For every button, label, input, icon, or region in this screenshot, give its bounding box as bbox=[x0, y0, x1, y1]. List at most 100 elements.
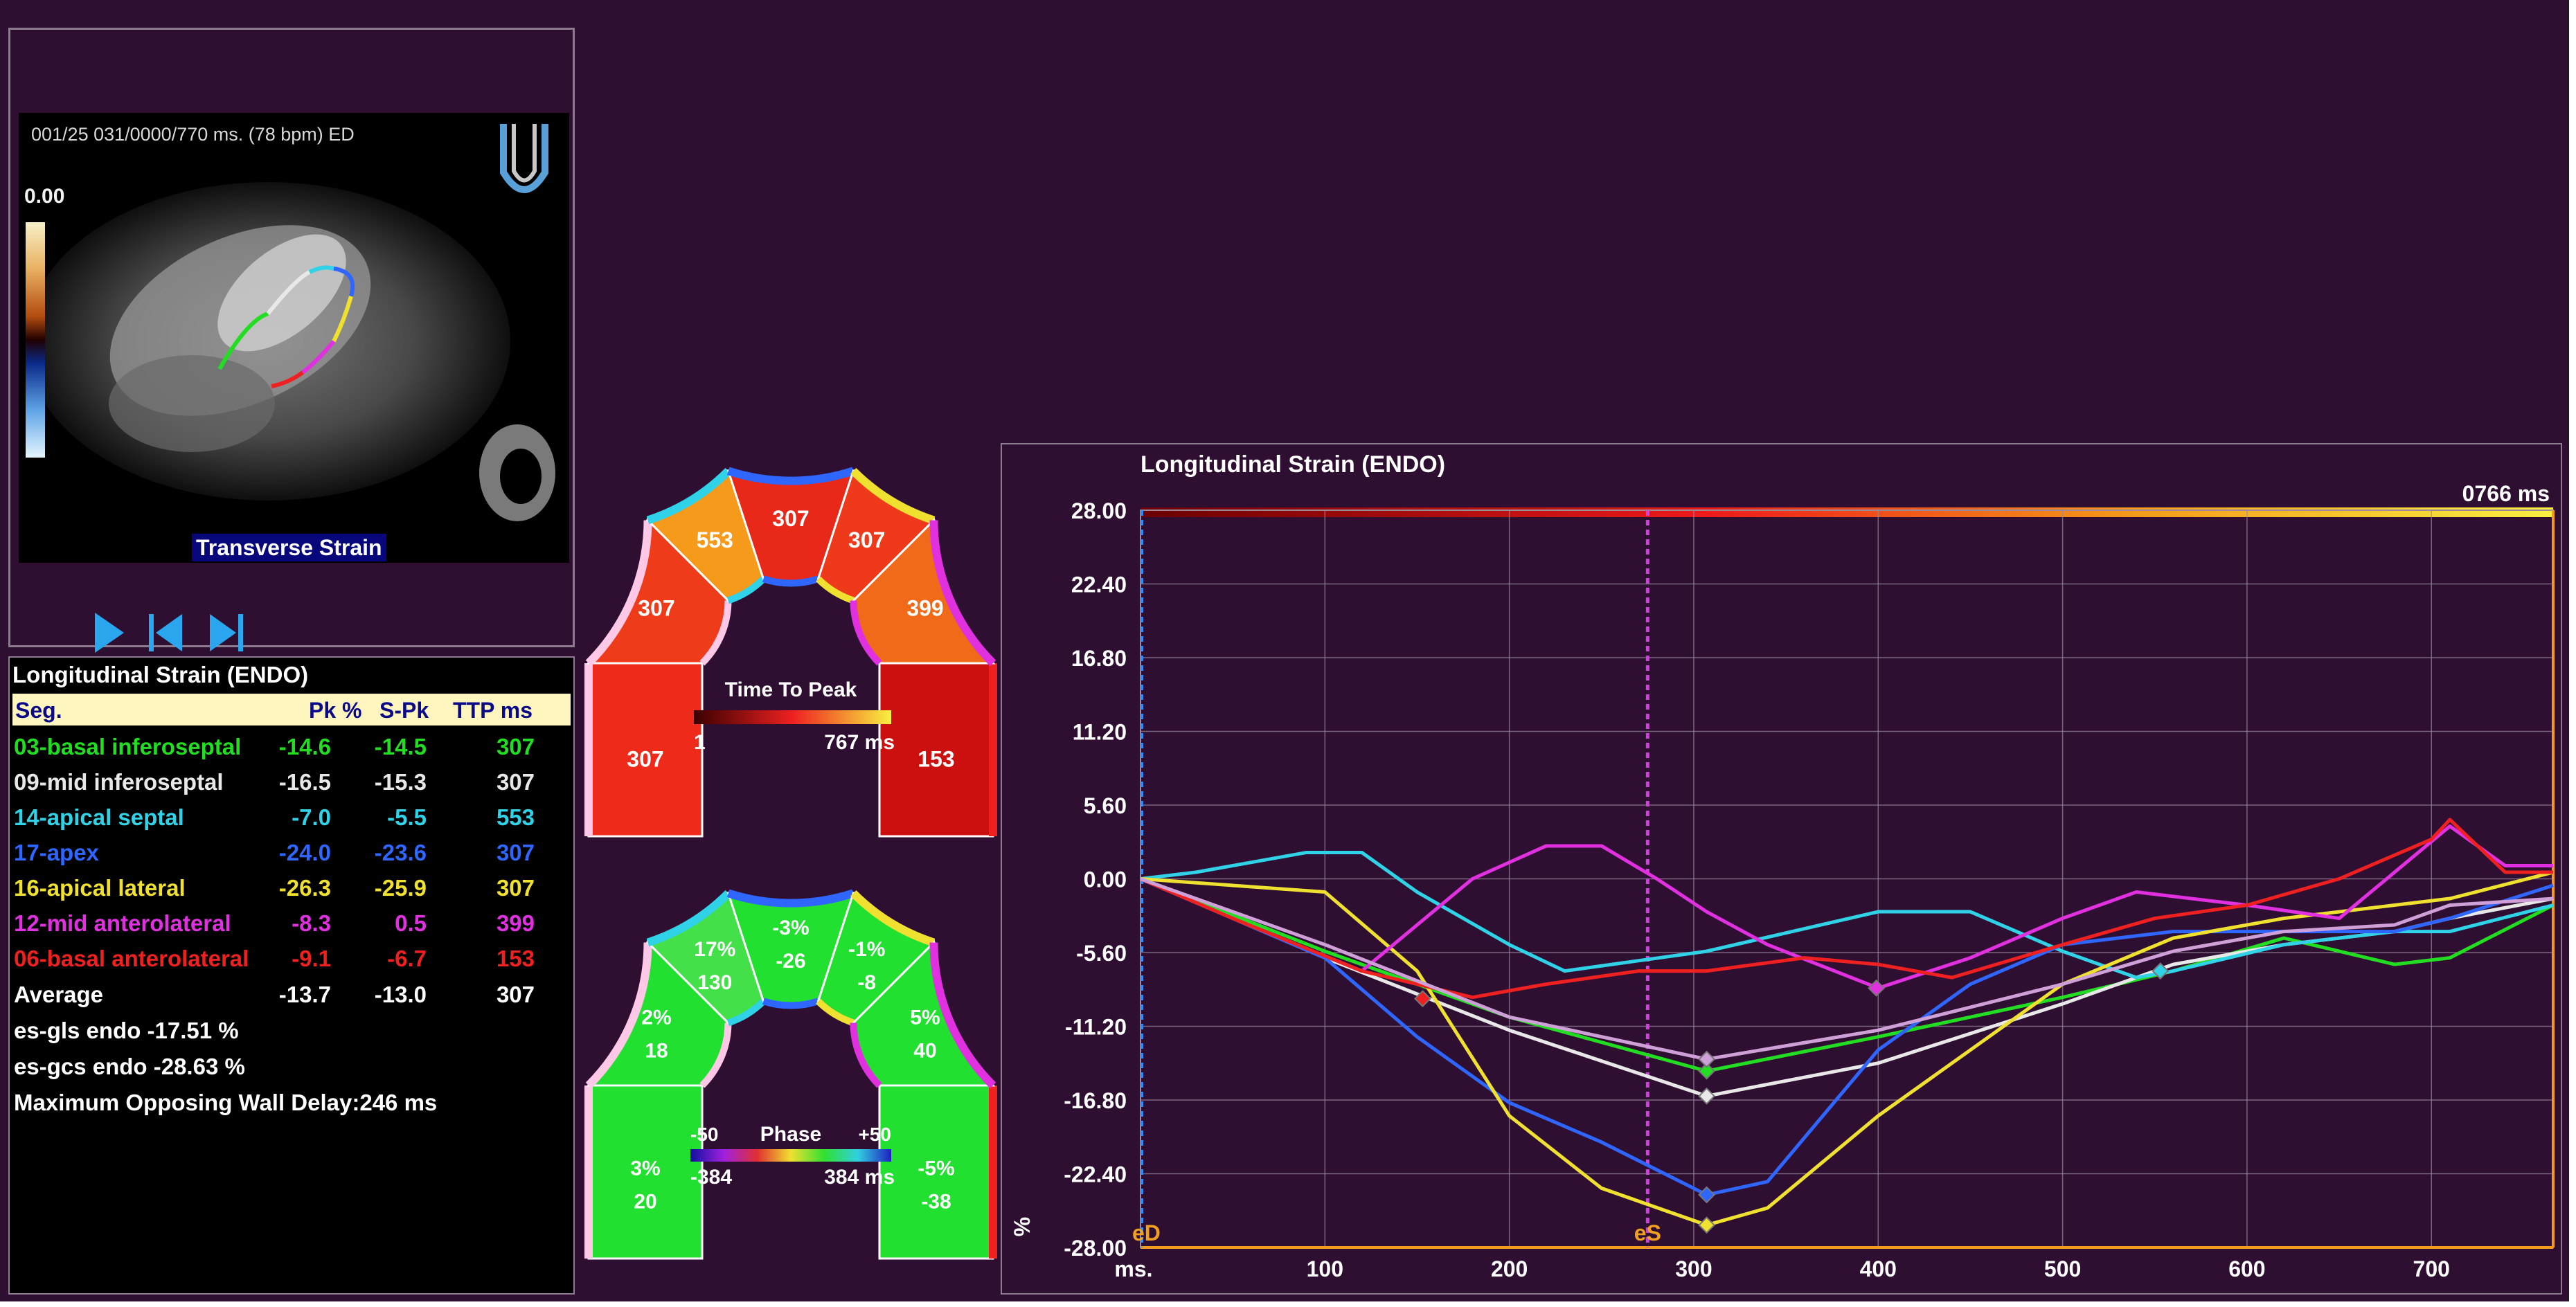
table-row[interactable]: 14-apical septal -7.0 -5.5 553 bbox=[10, 799, 571, 835]
phase-percent-label: -3% bbox=[772, 917, 809, 939]
table-row[interactable]: 12-mid anterolateral -8.3 0.5 399 bbox=[10, 905, 571, 941]
gcs-summary: es-gcs endo -28.63 % bbox=[14, 1054, 245, 1079]
phase-legend-max: 384 ms bbox=[824, 1166, 895, 1189]
peak-strain: -8.3 bbox=[292, 910, 331, 936]
table-row[interactable]: 03-basal inferoseptal -14.6 -14.5 307 bbox=[10, 728, 571, 764]
peak-marker[interactable] bbox=[1698, 1186, 1716, 1204]
systolic-peak: -5.5 bbox=[387, 804, 427, 830]
time-to-peak: 399 bbox=[496, 910, 535, 936]
phase-value-label: -8 bbox=[857, 971, 876, 994]
phase-value-label: 40 bbox=[913, 1040, 936, 1063]
ttp-legend-title: Time To Peak bbox=[725, 678, 857, 701]
phase-percent-label: 3% bbox=[630, 1157, 660, 1180]
y-tick-label: 16.80 bbox=[1071, 646, 1127, 671]
peak-marker[interactable] bbox=[1698, 1087, 1716, 1105]
peak-strain: -7.0 bbox=[292, 804, 331, 830]
segment-name: 16-apical lateral bbox=[14, 875, 186, 901]
ttp-legend-max: 767 ms bbox=[824, 731, 895, 754]
skip-forward-icon[interactable] bbox=[207, 611, 246, 658]
segment-name: 17-apex bbox=[14, 840, 99, 865]
bullseye-segment-label: 399 bbox=[906, 596, 943, 621]
series-line[interactable] bbox=[1140, 824, 2553, 990]
table-row[interactable]: 09-mid inferoseptal -16.5 -15.3 307 bbox=[10, 764, 571, 800]
x-tick-label: 300 bbox=[1675, 1256, 1712, 1281]
table-row[interactable]: 17-apex -24.0 -23.6 307 bbox=[10, 834, 571, 870]
gls-summary: es-gls endo -17.51 % bbox=[14, 1018, 239, 1043]
bullseye-segment-label: 307 bbox=[848, 528, 885, 552]
bullseye-time-to-peak[interactable]: 307 307 553 307 307 399 153 Time To Peak 1 767 ms bbox=[582, 443, 1001, 869]
play-icon[interactable] bbox=[92, 611, 127, 658]
series-line[interactable] bbox=[1140, 818, 2553, 1000]
phase-legend-right: +50 bbox=[859, 1124, 892, 1145]
strain-analysis-app: 001/25 031/0000/770 ms. (78 bpm) ED 0.00… bbox=[0, 0, 2569, 1301]
peak-marker[interactable] bbox=[1868, 979, 1886, 997]
y-tick-label: 28.00 bbox=[1071, 498, 1127, 523]
phase-percent-label: 17% bbox=[694, 938, 735, 961]
table-row[interactable]: 06-basal anterolateral -9.1 -6.7 153 bbox=[10, 940, 571, 976]
y-axis-label: % bbox=[1010, 1217, 1035, 1236]
strain-chart[interactable]: Longitudinal Strain (ENDO) 0766 ms 28.00 22… bbox=[1002, 444, 2561, 1293]
bullseye-phase[interactable]: 3% 20 2% 18 17% 130 -3% -26 -1% -8 5% 40 -5% -38 Phase… bbox=[582, 865, 1001, 1291]
x-tick-label: 400 bbox=[1860, 1256, 1897, 1281]
phase-legend-title: Phase bbox=[760, 1123, 821, 1146]
phase-value-label: -26 bbox=[776, 950, 805, 973]
x-tick-label: 200 bbox=[1491, 1256, 1528, 1281]
time-to-peak: 307 bbox=[496, 875, 535, 901]
x-tick-label: 700 bbox=[2413, 1256, 2450, 1281]
peak-strain: -14.6 bbox=[278, 734, 331, 759]
bull-ttp-svg: 307 307 553 307 307 399 153 Time To Peak 1 767 ms bbox=[584, 467, 997, 838]
x-tick-label: 500 bbox=[2044, 1256, 2081, 1281]
y-tick-label: -22.40 bbox=[1064, 1162, 1127, 1187]
average-ttp: 307 bbox=[496, 982, 535, 1007]
peak-marker[interactable] bbox=[1698, 1050, 1716, 1068]
phase-value-label: -38 bbox=[921, 1191, 951, 1214]
y-tick-label: 0.00 bbox=[1084, 867, 1127, 892]
header-spk: S-Pk bbox=[379, 698, 429, 723]
marker-label-es: eS bbox=[1634, 1220, 1661, 1245]
peak-strain: -9.1 bbox=[292, 946, 331, 971]
segment-name: 06-basal anterolateral bbox=[14, 946, 249, 971]
header-ttp: TTP ms bbox=[453, 698, 533, 723]
table-row[interactable]: 16-apical lateral -26.3 -25.9 307 bbox=[10, 869, 571, 905]
average-label: Average bbox=[14, 982, 104, 1007]
y-tick-label: -5.60 bbox=[1076, 941, 1127, 966]
bullseye-segment-label: 307 bbox=[627, 747, 663, 772]
time-gradient-bar bbox=[1141, 507, 2553, 517]
bullseye-segment-label: 153 bbox=[918, 747, 954, 772]
y-tick-label: -11.20 bbox=[1065, 1015, 1127, 1040]
peak-strain: -24.0 bbox=[278, 840, 331, 865]
table-header: Seg. Pk % S-Pk TTP ms bbox=[12, 694, 571, 725]
systolic-peak: -6.7 bbox=[387, 946, 427, 971]
phase-percent-label: -5% bbox=[918, 1157, 954, 1180]
x-axis-label: ms. bbox=[1114, 1256, 1152, 1281]
time-to-peak: 553 bbox=[496, 804, 535, 830]
table-title: Longitudinal Strain (ENDO) bbox=[12, 662, 309, 687]
systolic-peak: -23.6 bbox=[374, 840, 427, 865]
strain-colorbar bbox=[26, 222, 45, 458]
peak-strain: -26.3 bbox=[278, 875, 331, 901]
phase-percent-label: -1% bbox=[848, 938, 885, 961]
series-line[interactable] bbox=[1140, 870, 2554, 1227]
time-to-peak: 307 bbox=[496, 769, 535, 795]
time-to-peak: 307 bbox=[496, 734, 535, 759]
systolic-peak: -14.5 bbox=[374, 734, 427, 759]
y-tick-label: 5.60 bbox=[1084, 793, 1127, 818]
segment-name: 09-mid inferoseptal bbox=[14, 769, 224, 795]
systolic-peak: -15.3 bbox=[374, 769, 427, 795]
phase-value-label: 20 bbox=[634, 1191, 656, 1214]
mri-image[interactable]: 001/25 031/0000/770 ms. (78 bpm) ED 0.00… bbox=[19, 113, 569, 563]
bullseye-segment-label: 307 bbox=[772, 506, 809, 531]
mode-label[interactable]: Transverse Strain bbox=[192, 534, 386, 561]
phase-percent-label: 2% bbox=[641, 1007, 671, 1029]
time-range-label: 0766 ms bbox=[2462, 481, 2550, 506]
image-header-info: 001/25 031/0000/770 ms. (78 bpm) ED bbox=[31, 124, 355, 145]
opposing-wall-delay: Maximum Opposing Wall Delay:246 ms bbox=[14, 1090, 438, 1115]
segment-table-panel: Longitudinal Strain (ENDO) Seg. Pk % S-P… bbox=[8, 656, 575, 1295]
phase-percent-label: 5% bbox=[910, 1007, 940, 1029]
segment-name: 03-basal inferoseptal bbox=[14, 734, 242, 759]
table-row-average[interactable]: Average -13.7 -13.0 307 bbox=[10, 976, 571, 1012]
peak-marker[interactable] bbox=[1698, 1216, 1716, 1234]
mri-image-drawing bbox=[26, 182, 555, 521]
y-tick-label: 11.20 bbox=[1073, 720, 1127, 745]
skip-back-icon[interactable] bbox=[146, 611, 185, 658]
